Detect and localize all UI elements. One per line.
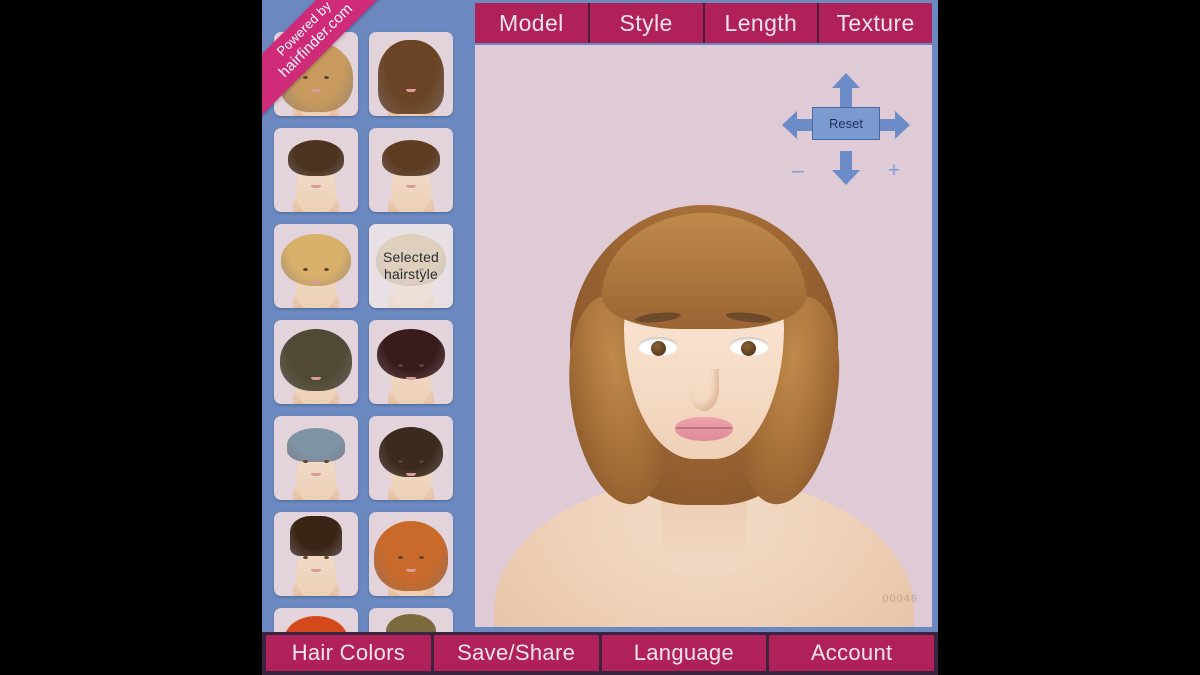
thumbnail-grid: Selected hairstyle <box>274 32 453 632</box>
arrow-left-icon[interactable] <box>782 111 816 139</box>
thumbnail-mouth <box>406 569 416 572</box>
thumbnail-mouth <box>406 185 416 188</box>
thumbnail-hair <box>290 516 342 556</box>
thumbnail-eyes <box>398 556 424 559</box>
thumbnail-hair <box>288 140 344 176</box>
selected-hairstyle-overlay: Selected hairstyle <box>369 224 453 308</box>
view-navigation-pad[interactable]: Reset – + <box>782 73 910 185</box>
thumbnail-mouth <box>311 185 321 188</box>
thumbnail-eyes <box>303 556 329 559</box>
thumbnail-hairstyle[interactable] <box>274 224 358 308</box>
thumbnail-eyes <box>398 172 424 175</box>
zoom-out-button[interactable]: – <box>792 160 804 181</box>
tab-style[interactable]: Style <box>589 3 705 43</box>
reset-button[interactable]: Reset <box>812 107 880 140</box>
bottom-button-language[interactable]: Language <box>601 635 770 671</box>
thumbnail-hairstyle[interactable] <box>369 32 453 116</box>
bottom-button-hair-colors[interactable]: Hair Colors <box>266 635 434 671</box>
thumbnail-hair <box>379 427 443 477</box>
thumbnail-hairstyle[interactable] <box>369 416 453 500</box>
thumbnail-eyes <box>303 364 329 367</box>
image-watermark: 00046 <box>882 593 918 605</box>
thumbnail-hair <box>386 614 436 632</box>
selected-label-line1: Selected <box>382 249 440 266</box>
arrow-down-icon[interactable] <box>832 151 860 185</box>
model-iris-left <box>651 341 666 356</box>
thumbnail-hairstyle[interactable] <box>274 320 358 404</box>
thumbnail-mouth <box>406 377 416 380</box>
thumbnail-hairstyle[interactable] <box>274 416 358 500</box>
thumbnail-mouth <box>311 281 321 284</box>
tab-length[interactable]: Length <box>704 3 820 43</box>
thumbnail-mouth <box>311 473 321 476</box>
thumbnail-eyes <box>398 364 424 367</box>
thumbnail-hairstyle[interactable] <box>274 512 358 596</box>
thumbnail-hairstyle[interactable] <box>369 128 453 212</box>
thumbnail-hair <box>280 329 352 391</box>
selected-label-line2: hairstyle <box>384 266 438 282</box>
model-lips <box>674 417 733 441</box>
thumbnail-eyes <box>303 76 329 79</box>
thumbnail-hair <box>287 428 345 462</box>
screenshot-root: Selected hairstyle Powered by hairfinder.… <box>0 0 1200 675</box>
thumbnail-eyes <box>303 268 329 271</box>
thumbnail-hairstyle[interactable] <box>369 320 453 404</box>
bottom-button-account[interactable]: Account <box>769 635 934 671</box>
thumbnail-hair <box>281 234 351 286</box>
thumbnail-selected-hairstyle[interactable]: Selected hairstyle <box>369 224 453 308</box>
thumbnail-hairstyle[interactable] <box>369 608 453 632</box>
thumbnail-hairstyle[interactable] <box>274 608 358 632</box>
thumbnail-mouth <box>406 473 416 476</box>
thumbnail-hair <box>377 329 445 379</box>
thumbnail-mouth <box>311 377 321 380</box>
main-stage: Model Style Length Texture 00046 Reset –… <box>469 0 938 632</box>
thumbnail-eyes <box>398 76 424 79</box>
thumbnail-hair <box>284 616 348 632</box>
model-nose <box>689 369 719 411</box>
thumbnail-eyes <box>303 172 329 175</box>
thumbnail-hairstyle[interactable] <box>274 128 358 212</box>
tab-texture[interactable]: Texture <box>819 3 932 43</box>
tab-model[interactable]: Model <box>475 3 590 43</box>
model-iris-right <box>741 341 756 356</box>
thumbnail-hair <box>382 140 440 176</box>
thumbnail-mouth <box>406 89 416 92</box>
thumbnail-eyes <box>303 460 329 463</box>
hairstyle-thumbnail-rail[interactable]: Selected hairstyle Powered by hairfinder.… <box>262 0 469 632</box>
top-tab-bar[interactable]: Model Style Length Texture <box>475 3 932 43</box>
bottom-tab-bar[interactable]: Hair Colors Save/Share Language Account <box>262 632 938 675</box>
model-preview-canvas[interactable]: 00046 Reset – + <box>475 45 932 627</box>
bottom-button-save-share[interactable]: Save/Share <box>433 635 602 671</box>
thumbnail-mouth <box>311 569 321 572</box>
model-lip-line <box>675 427 732 429</box>
zoom-in-button[interactable]: + <box>888 160 900 181</box>
arrow-up-icon[interactable] <box>832 73 860 107</box>
thumbnail-eyes <box>398 460 424 463</box>
thumbnail-hairstyle[interactable] <box>369 512 453 596</box>
thumbnail-mouth <box>311 89 321 92</box>
app-window: Selected hairstyle Powered by hairfinder.… <box>262 0 938 675</box>
arrow-right-icon[interactable] <box>876 111 910 139</box>
